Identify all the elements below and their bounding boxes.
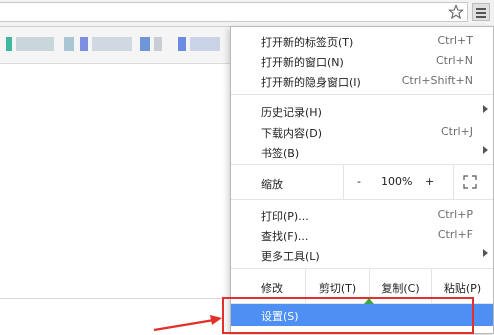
menu-item-label: 打开新的标签页(T)	[261, 36, 354, 49]
menu-item-label: 打开新的隐身窗口(I)	[261, 76, 361, 89]
menu-item-label: 关于	[261, 330, 283, 334]
edit-row: 修改 剪切(T) 复制(C) 粘贴(P)	[231, 269, 493, 303]
menu-item-new-window[interactable]: 打开新的窗口(N) Ctrl+N	[231, 51, 493, 71]
menu-icon[interactable]	[472, 3, 490, 21]
menu-item-label: 下载内容(D)	[261, 127, 323, 140]
menu-item-label: 打开新的窗口(N)	[261, 56, 344, 69]
bookmark-item[interactable]	[16, 37, 54, 51]
submenu-arrow-icon	[483, 249, 488, 257]
copy-button[interactable]: 复制(C)	[369, 269, 431, 303]
copy-label: 复制(C)	[381, 282, 420, 295]
browser-toolbar	[0, 0, 494, 27]
address-bar[interactable]	[0, 2, 468, 22]
zoom-in-button[interactable]: +	[425, 175, 434, 188]
menu-item-label: 打印(P)...	[261, 210, 309, 223]
menu-divider	[231, 94, 493, 95]
bookmark-item[interactable]	[190, 37, 220, 51]
menu-item-downloads[interactable]: 下载内容(D) Ctrl+J	[231, 122, 493, 142]
zoom-label: 缩放	[261, 178, 283, 191]
menu-item-more-tools[interactable]: 更多工具(L)	[231, 245, 493, 265]
zoom-out-button[interactable]: -	[357, 175, 361, 188]
paste-button[interactable]: 粘贴(P)	[431, 269, 493, 303]
browser-menu: 打开新的标签页(T) Ctrl+T 打开新的窗口(N) Ctrl+N 打开新的隐…	[230, 26, 494, 334]
menu-item-shortcut: Ctrl+P	[437, 208, 473, 221]
edit-label: 修改	[261, 282, 283, 295]
bookmark-item[interactable]	[140, 37, 150, 51]
menu-item-label: 历史记录(H)	[261, 106, 322, 119]
menu-divider	[231, 199, 493, 200]
bookmark-item[interactable]	[178, 37, 186, 51]
menu-item-label: 设置(S)	[261, 310, 299, 323]
menu-item-about[interactable]: 关于	[231, 326, 493, 334]
menu-item-incognito[interactable]: 打开新的隐身窗口(I) Ctrl+Shift+N	[231, 71, 493, 91]
zoom-level: 100%	[381, 175, 413, 188]
star-icon[interactable]	[448, 4, 464, 20]
bookmark-item[interactable]	[80, 37, 88, 51]
submenu-arrow-icon	[483, 105, 488, 113]
menu-item-find[interactable]: 查找(F)... Ctrl+F	[231, 225, 493, 245]
bookmark-item[interactable]	[64, 37, 74, 51]
menu-item-shortcut: Ctrl+Shift+N	[401, 74, 473, 87]
menu-item-label: 查找(F)...	[261, 230, 309, 243]
menu-item-print[interactable]: 打印(P)... Ctrl+P	[231, 205, 493, 225]
menu-item-shortcut: Ctrl+T	[437, 34, 473, 47]
menu-item-new-tab[interactable]: 打开新的标签页(T) Ctrl+T	[231, 31, 493, 51]
mouse-cursor-icon	[364, 298, 374, 304]
menu-item-label: 书签(B)	[261, 147, 300, 160]
menu-item-label: 更多工具(L)	[261, 250, 320, 263]
bookmark-item[interactable]	[92, 37, 132, 51]
fullscreen-icon[interactable]	[463, 175, 477, 189]
bookmark-item[interactable]	[154, 37, 162, 51]
menu-item-shortcut: Ctrl+J	[440, 125, 473, 138]
menu-item-shortcut: Ctrl+F	[437, 228, 473, 241]
menu-item-shortcut: Ctrl+N	[435, 54, 473, 67]
cut-button[interactable]: 剪切(T)	[305, 269, 369, 303]
menu-item-history[interactable]: 历史记录(H)	[231, 101, 493, 121]
menu-item-settings[interactable]: 设置(S)	[231, 304, 493, 326]
menu-item-bookmarks[interactable]: 书签(B)	[231, 142, 493, 162]
cut-label: 剪切(T)	[318, 282, 357, 295]
zoom-row: 缩放 - 100% +	[231, 165, 493, 199]
bookmark-item[interactable]	[6, 37, 12, 51]
submenu-arrow-icon	[483, 146, 488, 154]
annotation-arrow	[153, 315, 222, 332]
paste-label: 粘贴(P)	[443, 282, 482, 295]
